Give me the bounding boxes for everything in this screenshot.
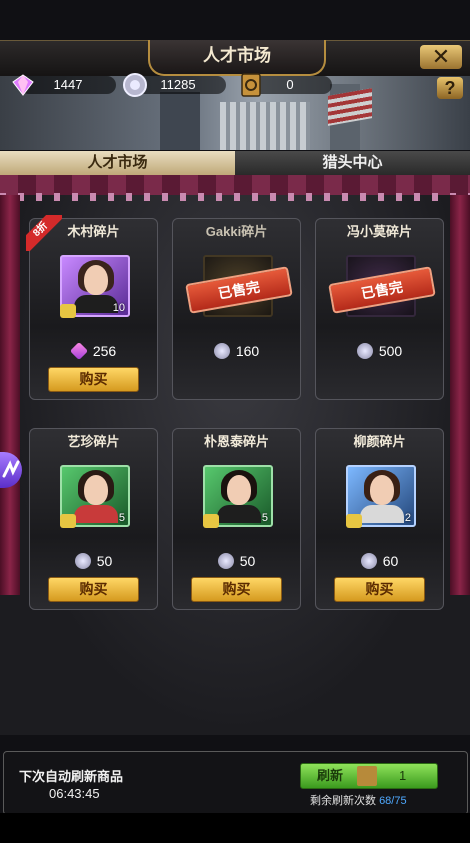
talent-market-screen: 人才市场 ✕ 1447 11285 0 ? 人才市场 猎头中心 8折 木村碎片 …: [0, 0, 470, 843]
card-count: 0: [286, 77, 294, 92]
buy-button[interactable]: 购买: [48, 367, 139, 392]
close-button[interactable]: ✕: [420, 45, 462, 69]
item-price: 500: [316, 343, 443, 359]
tab-headhunter-center[interactable]: 猎头中心: [235, 151, 470, 175]
shop-item-card: 艺珍碎片 5 50 购买: [29, 428, 158, 610]
curtain-left: [0, 195, 20, 595]
item-name: 朴恩泰碎片: [203, 434, 269, 449]
help-button[interactable]: ?: [437, 77, 463, 99]
refresh-button-label: 刷新: [317, 768, 344, 783]
coin-icon: [122, 72, 148, 98]
shop-item-card: 柳颜碎片 2 60 购买: [315, 428, 444, 610]
gem-counter: 1447: [12, 74, 116, 96]
refresh-button[interactable]: 刷新 1: [300, 763, 438, 789]
coin-count: 11285: [160, 77, 196, 92]
item-name: 艺珍碎片: [67, 434, 120, 449]
refresh-timer: 06:43:45: [49, 786, 100, 801]
remaining-refreshes: 剩余刷新次数 68/75: [310, 795, 407, 807]
close-icon: ✕: [431, 44, 451, 69]
buy-button[interactable]: 购买: [191, 577, 282, 602]
item-name: 柳颜碎片: [353, 434, 406, 449]
coin-icon: [360, 553, 377, 569]
puzzle-icon: [60, 304, 76, 318]
portrait-image: 10: [60, 255, 130, 318]
menu-logo-icon: [2, 460, 20, 478]
side-menu-tab[interactable]: [0, 452, 22, 488]
card-counter: 0: [241, 73, 332, 97]
gem-icon: [10, 72, 36, 98]
item-name: 冯小莫碎片: [346, 224, 412, 239]
coin-icon: [217, 553, 234, 569]
puzzle-icon: [60, 514, 76, 528]
card-icon: [238, 72, 264, 98]
shop-item-card: 8折 木村碎片 10 256 购买: [26, 215, 158, 400]
item-price: 160: [173, 343, 300, 359]
fragment-count: 5: [261, 512, 268, 524]
fragment-count: 5: [118, 512, 125, 524]
page-title: 人才市场: [148, 40, 326, 76]
curtain-right: [450, 195, 470, 595]
puzzle-icon: [346, 514, 362, 528]
portrait-image: 5: [203, 465, 273, 528]
gem-count: 1447: [53, 77, 83, 92]
fragment-count: 10: [112, 302, 125, 314]
item-price: 50: [30, 553, 157, 569]
refresh-panel: 下次自动刷新商品 06:43:45 刷新 1 剩余刷新次数 68/75: [3, 751, 468, 815]
item-name: Gakki碎片: [205, 224, 268, 239]
next-refresh-label: 下次自动刷新商品: [19, 769, 124, 784]
buy-button[interactable]: 购买: [334, 577, 425, 602]
curtain-valance: [0, 175, 470, 201]
coin-counter: 11285: [123, 73, 226, 97]
item-name: 木村碎片: [67, 224, 120, 239]
help-icon: ?: [444, 78, 456, 98]
refresh-cost: 1: [399, 768, 407, 783]
portrait-image: 2: [346, 465, 416, 528]
puzzle-icon: [203, 514, 219, 528]
shop-item-card: Gakki碎片 已售完 160: [172, 218, 301, 400]
shop-item-card: 朴恩泰碎片 5 50 购买: [172, 428, 301, 610]
coin-icon: [356, 343, 373, 359]
fragment-count: 2: [404, 512, 411, 524]
bottom-strip: [0, 813, 470, 843]
gem-icon: [69, 341, 88, 361]
coin-icon: [74, 553, 91, 569]
shop-item-card: 冯小莫碎片 已售完 500: [315, 218, 444, 400]
buy-button[interactable]: 购买: [48, 577, 139, 602]
tab-talent-market[interactable]: 人才市场: [0, 151, 235, 175]
coin-icon: [213, 343, 230, 359]
item-price: 60: [316, 553, 443, 569]
item-price: 256: [30, 341, 157, 361]
item-price: 50: [173, 553, 300, 569]
card-icon: [357, 766, 377, 786]
portrait-image: 5: [60, 465, 130, 528]
